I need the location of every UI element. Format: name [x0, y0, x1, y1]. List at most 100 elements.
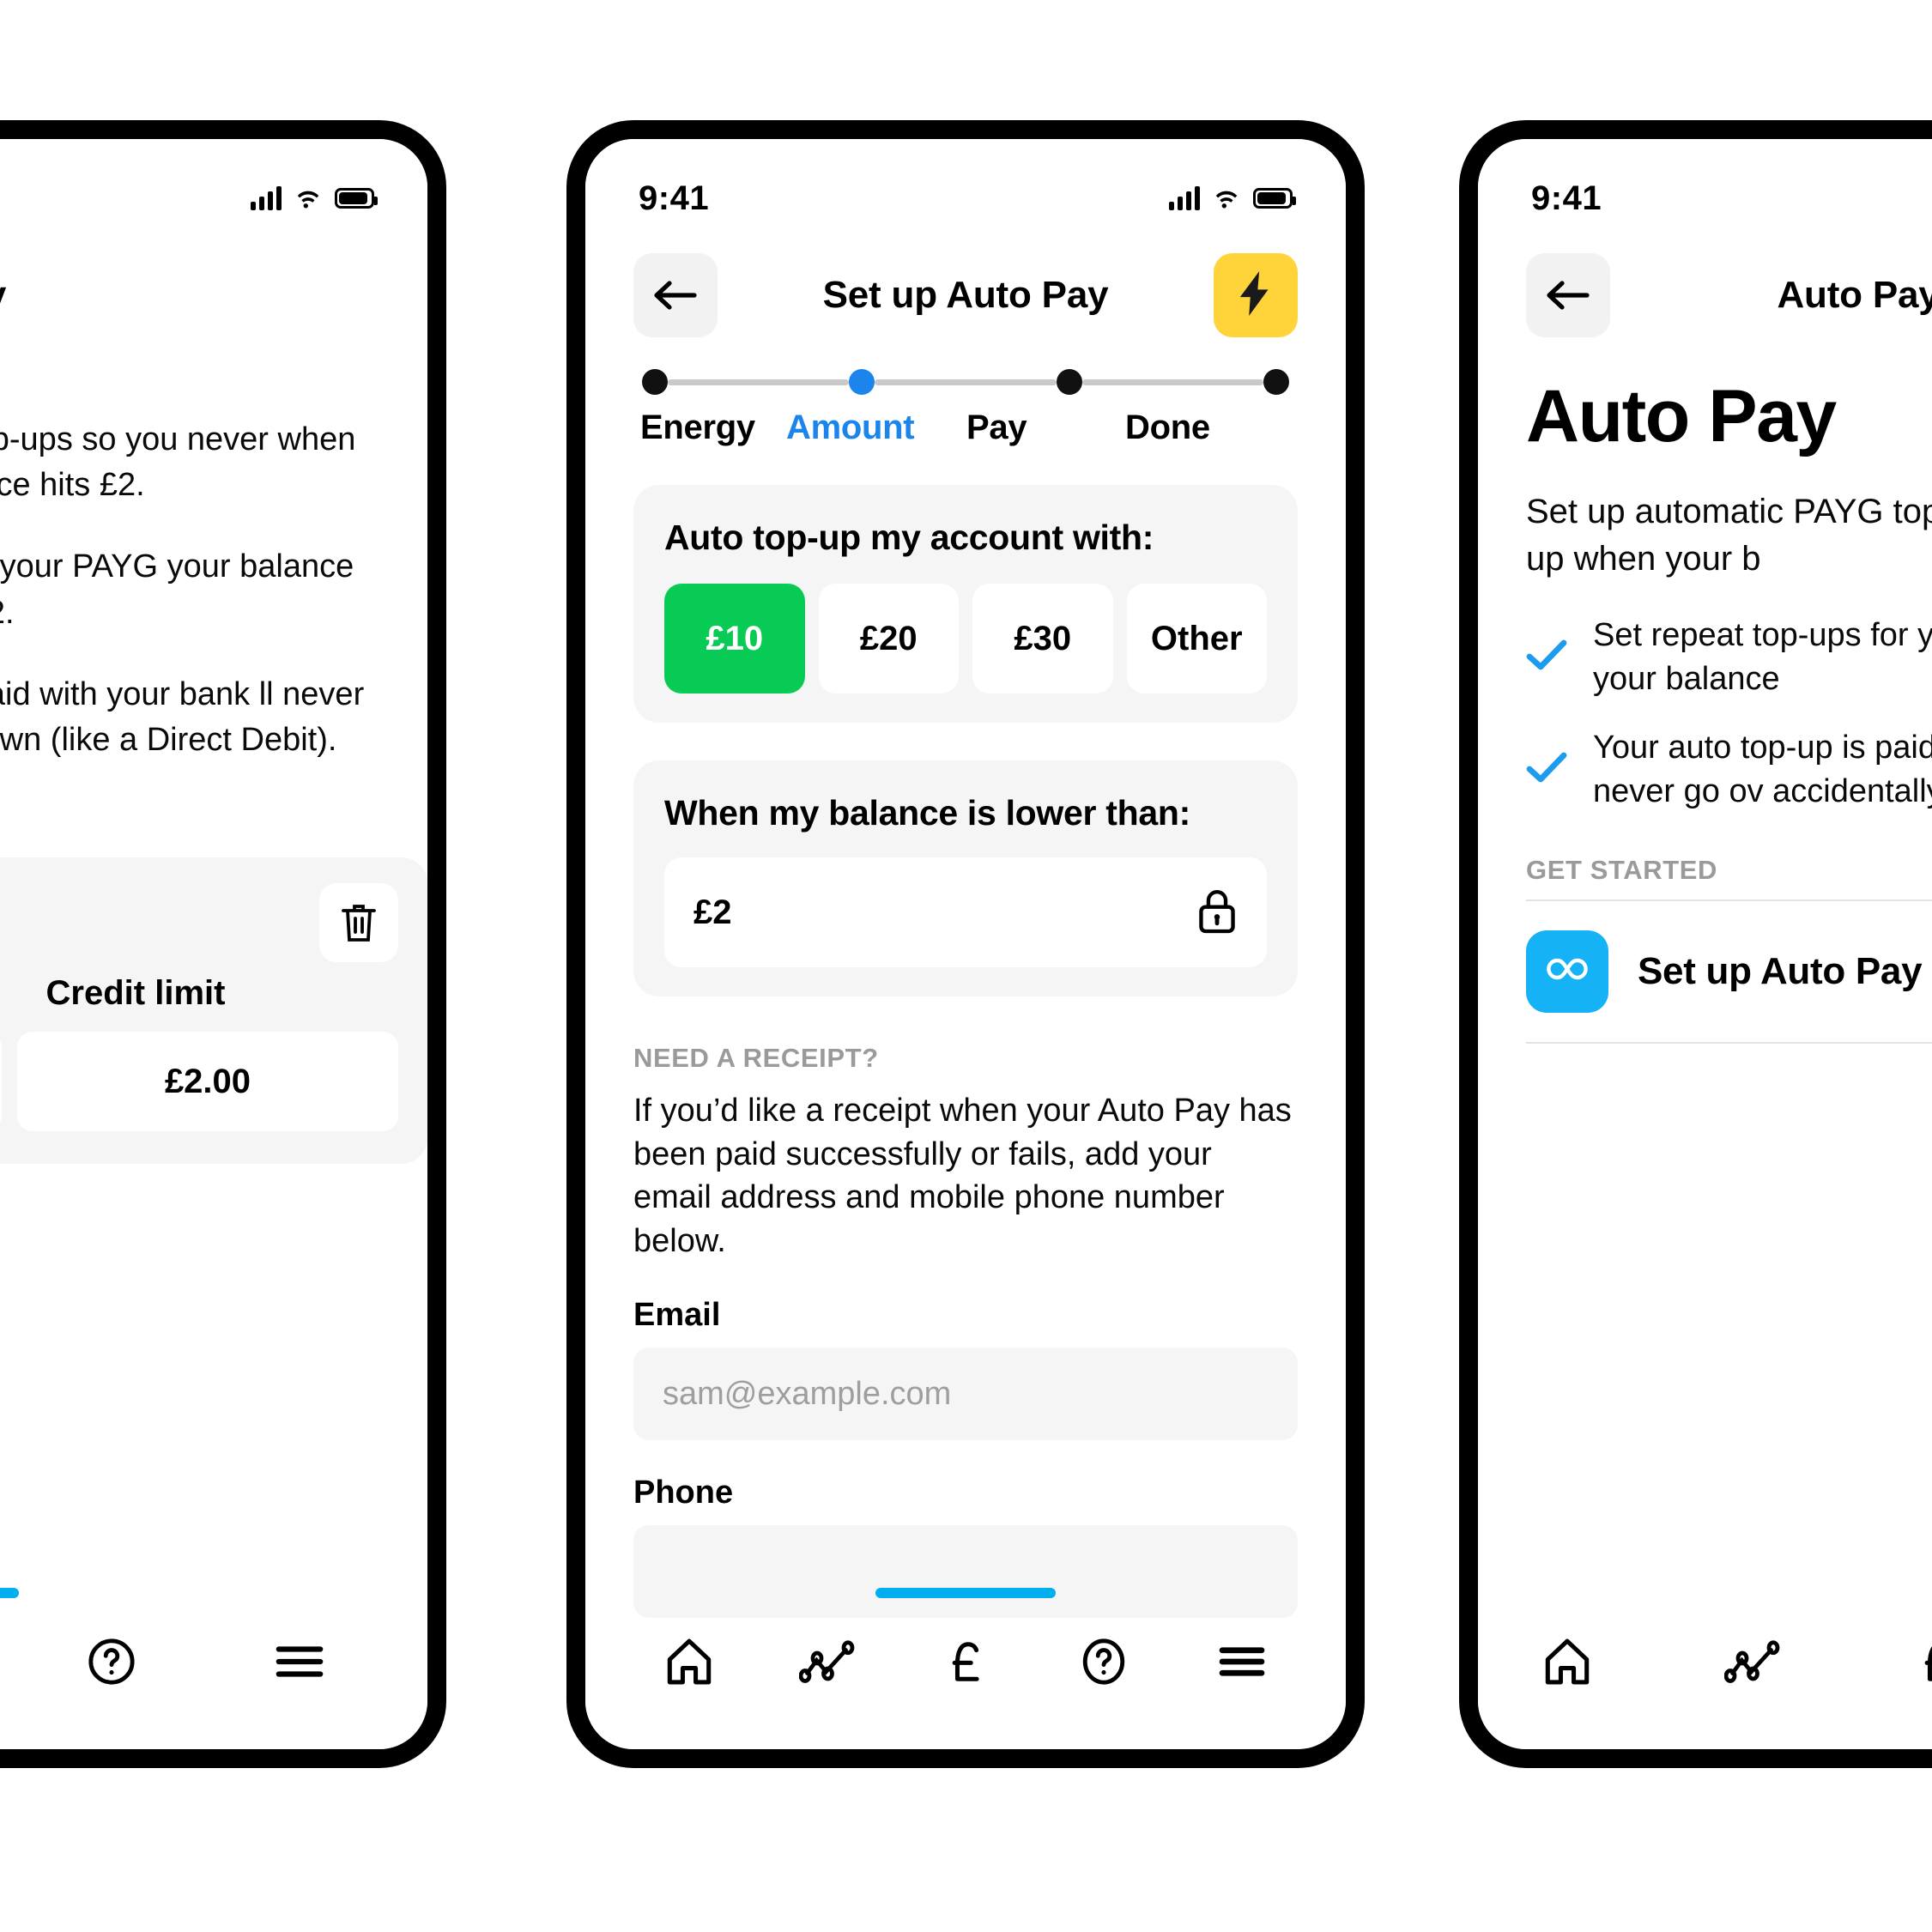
signal-icon [251, 186, 282, 210]
infinity-icon-tile [1526, 930, 1608, 1013]
phone-label: Phone [633, 1475, 734, 1511]
phone2-tab-bar [585, 1620, 1346, 1703]
get-started-list: Set up Auto Pay [1478, 901, 1932, 1042]
screenshot-stage: Auto Pay c PAYG top-ups so you never whe… [0, 0, 1932, 1932]
signal-icon [1169, 186, 1200, 210]
amount-option-other[interactable]: Other [1126, 584, 1267, 693]
receipt-eyebrow: NEED A RECEIPT? [633, 1043, 879, 1073]
battery-icon [1253, 188, 1296, 209]
phone-mockup-2: 9:41 Set up Auto Pay Energy Amount Pay D… [566, 120, 1365, 1768]
back-arrow-icon [653, 278, 698, 312]
tab-help[interactable] [1063, 1620, 1145, 1703]
credit-limit-row: £2.00 [0, 1032, 398, 1132]
phone1-bottom-bar [0, 1588, 427, 1749]
stepper-segment-3 [1081, 379, 1263, 385]
phone2-bottom-bar [585, 1588, 1346, 1749]
tab-payments[interactable] [924, 1620, 1007, 1703]
infinity-icon [1543, 954, 1591, 988]
step-label-energy: Energy [640, 409, 755, 446]
back-button[interactable] [633, 253, 718, 337]
phone1-status-bar [0, 139, 427, 233]
step-label-amount: Amount [786, 409, 915, 446]
phone2-status-bar: 9:41 [585, 139, 1346, 233]
check-icon [1526, 639, 1567, 675]
phone1-paragraph-2: op-ups for your PAYG your balance reache… [0, 548, 354, 631]
lightning-action-button[interactable] [1214, 253, 1298, 337]
phone3-navbar: Auto Pay [1478, 233, 1932, 345]
topup-amount-options: £10 £20 £30 Other [664, 584, 1267, 693]
phone2-navbar: Set up Auto Pay [585, 233, 1346, 345]
step-label-pay: Pay [966, 409, 1027, 446]
receipt-description: If you’d like a receipt when your Auto P… [633, 1093, 1292, 1259]
step-dot-done[interactable] [1263, 369, 1289, 395]
amount-option-20[interactable]: £20 [818, 584, 959, 693]
benefit-item: Set repeat top-ups for yo meter when you… [1526, 614, 1932, 700]
stepper-labels: Energy Amount Pay Done [640, 409, 1289, 447]
status-icons [1169, 186, 1296, 210]
email-label: Email [633, 1297, 721, 1334]
stepper-segment-1 [668, 379, 850, 385]
phone1-tab-bar [0, 1620, 427, 1703]
tab-help[interactable] [70, 1620, 153, 1703]
tab-home[interactable] [648, 1620, 730, 1703]
phone3-heading: Auto Pay [1526, 375, 1837, 457]
phone3-status-bar: 9:41 [1478, 139, 1932, 233]
trash-icon[interactable] [319, 883, 398, 963]
tab-menu[interactable] [258, 1620, 341, 1703]
status-icons [251, 186, 378, 210]
tab-usage[interactable] [786, 1620, 869, 1703]
topup-amount-card: Auto top-up my account with: £10 £20 £30… [633, 485, 1298, 723]
benefit-text: Set repeat top-ups for yo meter when you… [1593, 617, 1932, 697]
status-time: 9:41 [1531, 179, 1602, 217]
threshold-field[interactable]: £2 [664, 857, 1267, 967]
list-item-label: Set up Auto Pay [1638, 949, 1923, 992]
list-divider-bottom [1526, 1041, 1932, 1044]
receipt-section: NEED A RECEIPT? If you’d like a receipt … [585, 1043, 1346, 1619]
phone1-paragraph-1: c PAYG top-ups so you never when your ba… [0, 421, 356, 504]
lock-icon [1196, 886, 1238, 940]
phone3-bottom-bar [1478, 1588, 1932, 1749]
benefit-text: Your auto top-up is paid card, so you’ll… [1593, 730, 1932, 809]
tab-menu[interactable] [1201, 1620, 1283, 1703]
phone1-paragraph-3: op-up is paid with your bank ll never go… [0, 675, 365, 758]
home-indicator [875, 1588, 1056, 1598]
threshold-value: £2 [693, 893, 732, 931]
progress-stepper: Energy Amount Pay Done [585, 345, 1346, 447]
get-started-label: GET STARTED [1526, 854, 1718, 885]
lightning-bolt-icon [1239, 270, 1272, 320]
benefit-item: Your auto top-up is paid card, so you’ll… [1526, 726, 1932, 813]
credit-limit-value[interactable]: £2.00 [17, 1032, 398, 1132]
credit-limit-card: Credit limit £2.00 [0, 857, 427, 1165]
phone1-body: c PAYG top-ups so you never when your ba… [0, 345, 427, 1165]
tab-usage[interactable] [1711, 1620, 1794, 1703]
step-label-done: Done [1125, 409, 1210, 446]
topup-card-title: Auto top-up my account with: [664, 518, 1154, 557]
check-icon [1526, 751, 1567, 788]
email-input[interactable]: sam@example.com [633, 1348, 1298, 1441]
phone3-intro: Set up automatic PAYG top-u forget to to… [1526, 493, 1932, 578]
tab-payments[interactable] [1897, 1620, 1932, 1703]
tab-home[interactable] [1526, 1620, 1608, 1703]
balance-threshold-card: When my balance is lower than: £2 [633, 760, 1298, 996]
wifi-icon [1212, 187, 1241, 209]
battery-icon [335, 188, 378, 209]
amount-option-10[interactable]: £10 [664, 584, 805, 693]
phone1-navbar: Auto Pay [0, 233, 427, 345]
phone2-screen: 9:41 Set up Auto Pay Energy Amount Pay D… [585, 139, 1346, 1749]
phone3-screen: 9:41 Auto Pay Auto Pay Set up automatic … [1478, 139, 1932, 1749]
home-indicator [0, 1588, 19, 1598]
step-dot-energy[interactable] [642, 369, 668, 395]
phone3-body: Auto Pay Set up automatic PAYG top-u for… [1478, 374, 1932, 886]
step-dot-amount[interactable] [849, 369, 875, 395]
phone1-screen: Auto Pay c PAYG top-ups so you never whe… [0, 139, 427, 1749]
step-dot-pay[interactable] [1056, 369, 1082, 395]
phone-mockup-1: Auto Pay c PAYG top-ups so you never whe… [0, 120, 446, 1768]
threshold-card-title: When my balance is lower than: [664, 793, 1190, 833]
amount-option-30[interactable]: £30 [972, 584, 1113, 693]
list-item-setup-auto-pay[interactable]: Set up Auto Pay [1526, 901, 1932, 1042]
page-title: Auto Pay [0, 274, 379, 317]
back-button[interactable] [1526, 253, 1610, 337]
credit-box-partial[interactable] [0, 1032, 2, 1132]
wifi-icon [294, 187, 323, 209]
back-arrow-icon [1546, 278, 1590, 312]
